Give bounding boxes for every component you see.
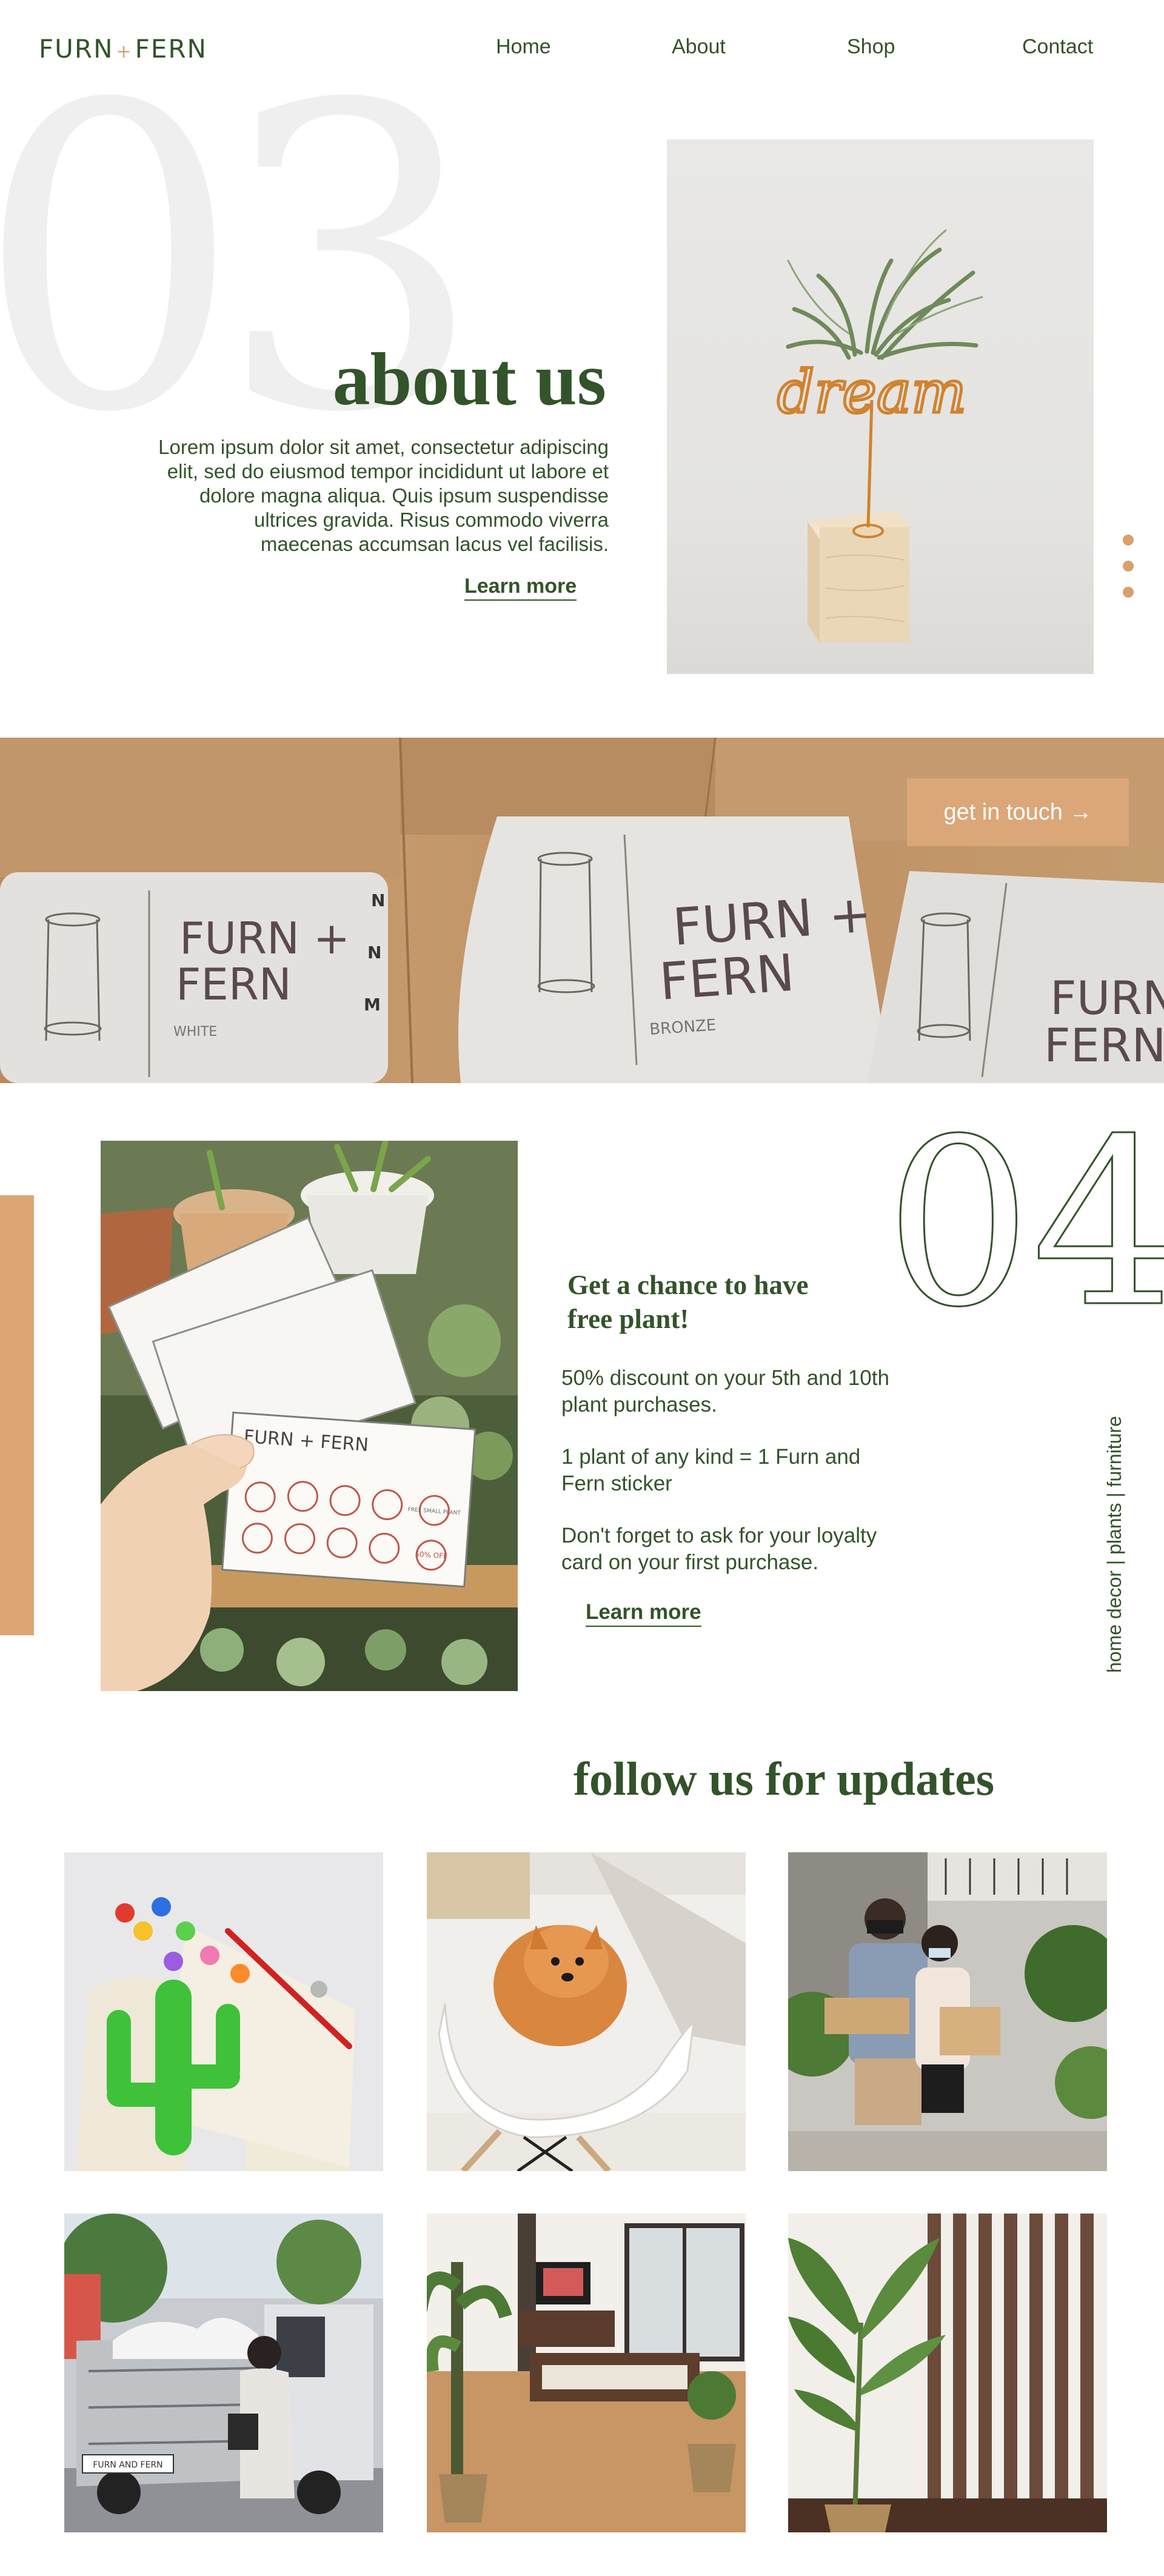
follow-title: follow us for updates	[574, 1752, 995, 1805]
loyalty-sticker-text: 1 plant of any kind = 1 Furn and Fern st…	[561, 1445, 861, 1495]
instagram-post-dog-on-chair[interactable]	[427, 1852, 746, 2171]
instagram-post-delivery-truck[interactable]: FURN AND FERN	[64, 2214, 383, 2532]
decorative-accent-bar	[0, 1195, 34, 1635]
instagram-post-customers-with-boxes[interactable]	[788, 1852, 1107, 2171]
about-photo-air-plant: dream	[667, 139, 1094, 674]
truck-sign-text: FURN AND FERN	[93, 2460, 162, 2470]
nav-home[interactable]: Home	[496, 35, 551, 59]
loyalty-title: Get a chance to have free plant!	[567, 1270, 809, 1334]
carousel-dot-2[interactable]	[1123, 561, 1134, 572]
customers-image	[788, 1852, 1107, 2171]
box3-brand-bottom: FERN	[1044, 1018, 1164, 1072]
section-number-04: 04	[885, 1121, 1164, 1315]
box1-size-3: M	[364, 995, 381, 1015]
about-learn-more-link[interactable]: Learn more	[464, 575, 577, 601]
cactus-painting-image	[64, 1852, 383, 2171]
nav-contact[interactable]: Contact	[1022, 35, 1093, 59]
box1-brand-bottom: FERN	[176, 959, 292, 1010]
plant-slats-image	[788, 2214, 1107, 2532]
loyalty-card-photo: FURN + FERN FREE SMALL PLANT 50% OFF	[101, 1141, 518, 1691]
living-room-image	[427, 2214, 746, 2532]
loyalty-discount-text: 50% discount on your 5th and 10th plant …	[561, 1366, 889, 1416]
box1-brand-top: FURN +	[179, 913, 350, 964]
loyalty-card-reminder-text: Don't forget to ask for your loyalty car…	[561, 1524, 877, 1574]
box2-brand-bottom: FERN	[658, 943, 797, 1012]
nav-shop[interactable]: Shop	[847, 35, 895, 59]
instagram-post-living-room-plants[interactable]	[427, 2214, 746, 2532]
loyalty-learn-more-link[interactable]: Learn more	[586, 1600, 701, 1627]
instagram-post-plant-and-slats[interactable]	[788, 2214, 1107, 2532]
box1-size-1: N	[371, 890, 385, 910]
box1-color: WHITE	[173, 1024, 217, 1039]
wire-word: dream	[777, 358, 966, 426]
box3-brand-top: FURN	[1050, 971, 1164, 1025]
dog-chair-image	[427, 1852, 746, 2171]
about-title: about us	[332, 338, 606, 421]
nav-about[interactable]: About	[672, 35, 726, 59]
box1-size-2: N	[367, 943, 381, 963]
carousel-dot-1[interactable]	[1123, 535, 1134, 546]
about-description: Lorem ipsum dolor sit amet, consectetur …	[158, 436, 609, 555]
loyalty-cards-illustration: FURN + FERN FREE SMALL PLANT 50% OFF	[101, 1141, 518, 1691]
number-04-outline: 04	[885, 1121, 1164, 1315]
truck-image: FURN AND FERN	[64, 2214, 383, 2532]
get-in-touch-button[interactable]: get in touch →	[907, 778, 1129, 846]
carousel-dot-3[interactable]	[1123, 587, 1134, 598]
vertical-tagline: home decor | plants | furniture	[1103, 1416, 1125, 1673]
instagram-post-cactus-painting[interactable]	[64, 1852, 383, 2171]
air-plant-illustration: dream	[775, 229, 983, 642]
